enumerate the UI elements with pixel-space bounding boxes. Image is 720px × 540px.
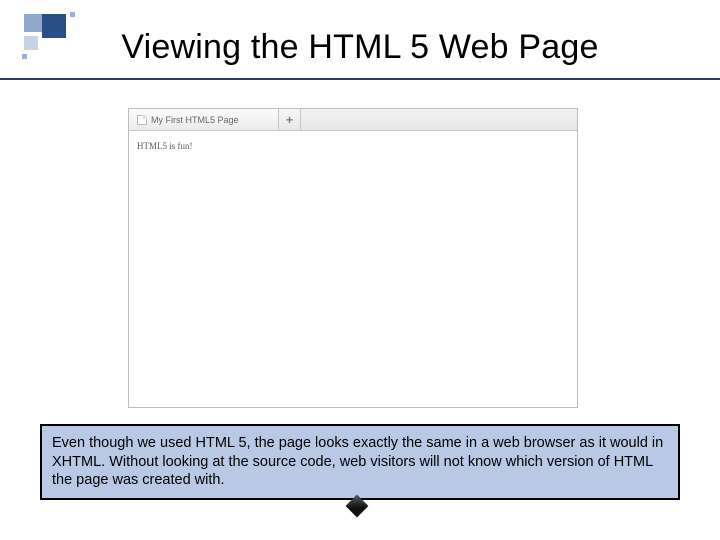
title-underline xyxy=(0,78,720,80)
browser-tab-title: My First HTML5 Page xyxy=(151,115,239,125)
page-icon xyxy=(137,115,147,125)
browser-screenshot: My First HTML5 Page + HTML5 is fun! xyxy=(128,108,578,408)
new-tab-button: + xyxy=(279,109,301,130)
slide-caption: Even though we used HTML 5, the page loo… xyxy=(40,424,680,500)
browser-tabbar: My First HTML5 Page + xyxy=(129,109,577,131)
slide-title: Viewing the HTML 5 Web Page xyxy=(0,28,720,67)
browser-tab: My First HTML5 Page xyxy=(129,109,279,130)
deco-square xyxy=(70,12,75,17)
browser-page-content: HTML5 is fun! xyxy=(129,131,577,161)
